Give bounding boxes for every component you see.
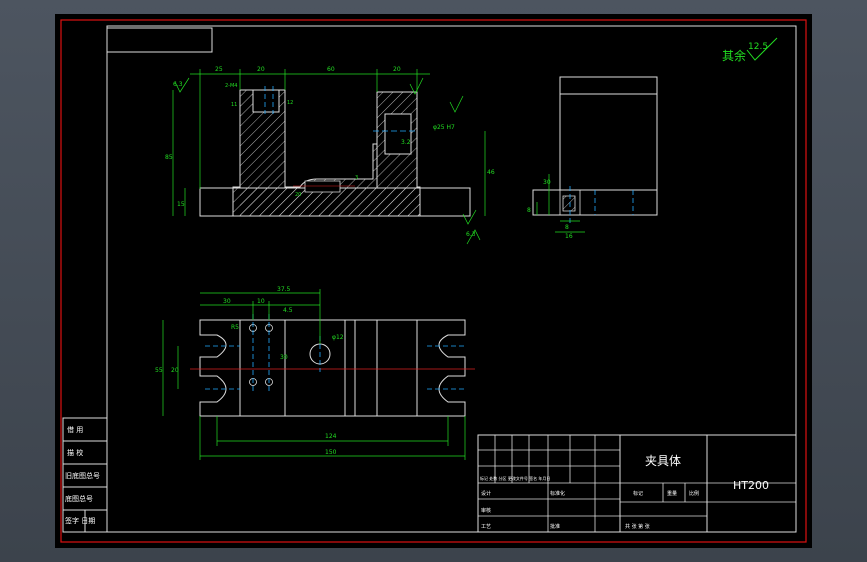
rough-2: 6.3: [466, 231, 476, 238]
top-dim-bottom-0: 124: [325, 433, 337, 440]
mark-label: 标记: [633, 490, 643, 497]
top-dim-2: 4.5: [283, 307, 293, 314]
side-panel-row-3: 底图总号: [65, 494, 93, 503]
dim-small-3: 3: [355, 175, 358, 181]
top-dim-left-2: 30: [280, 354, 288, 361]
rough-1: 6.3: [173, 81, 183, 88]
title-block: 夹具体 HT200 标记 处数 分区 更改文件号 签名 年月日 设计 标准化 审…: [477, 434, 797, 533]
side-view: 30 8 8 16: [527, 76, 658, 240]
dim-small-1: 11: [231, 102, 237, 108]
weight-label: 重量: [667, 490, 677, 497]
side-panel: 借 用 描 校 旧底图总号 底图总号 签字 日期: [62, 417, 108, 533]
std-label: 标准化: [550, 490, 565, 497]
top-dim-bottom-1: 150: [325, 449, 337, 456]
side-dim-h1: 30: [543, 179, 551, 186]
dim-top-0: 25: [215, 66, 223, 73]
drawing-sheet: 其余 12.5 25 20 60 20 85 15 46 φ25 H7 3.2 …: [55, 14, 812, 548]
top-left-box: [106, 27, 213, 53]
dim-small-2: 12: [287, 100, 293, 106]
front-view: 25 20 60 20 85 15 46 φ25 H7 3.2 6.3 6.3 …: [165, 66, 495, 245]
side-panel-row-0: 借 用: [67, 425, 83, 434]
part-name: 夹具体: [645, 454, 681, 468]
process-label: 工艺: [481, 524, 491, 530]
top-dim-left-1: 20: [171, 367, 179, 374]
top-dim-0: 30: [223, 298, 231, 305]
dim-top-1: 20: [257, 66, 265, 73]
material: HT200: [733, 479, 769, 492]
top-dim-1: 10: [257, 298, 265, 305]
dim-left-base: 15: [177, 201, 185, 208]
top-dim-radius: R5: [231, 324, 239, 331]
cad-drawing: 其余 12.5 25 20 60 20 85 15 46 φ25 H7 3.2 …: [60, 19, 807, 543]
approve-label: 批准: [550, 523, 560, 530]
top-view: 30 10 4.5 37.5 55 20 30 φ12 R5 124 150: [155, 286, 475, 460]
side-dim-h2: 8: [527, 207, 531, 214]
dim-left-height: 85: [165, 154, 173, 161]
dim-top-2: 60: [327, 66, 335, 73]
sheet-label: 共 张 第 张: [625, 523, 650, 530]
designer-label: 设计: [481, 490, 491, 497]
side-panel-row-1: 描 校: [67, 448, 83, 457]
side-panel-row-2: 旧底图总号: [65, 471, 100, 480]
rest-value: 12.5: [748, 42, 768, 52]
scale-label: 比例: [689, 490, 699, 497]
dim-small-0: 2-M4: [225, 83, 237, 89]
dim-top-3: 20: [393, 66, 401, 73]
review-label: 审核: [481, 507, 491, 514]
side-panel-row-4: 签字 日期: [65, 516, 95, 525]
dim-hole: φ25 H7: [433, 124, 455, 131]
roughness-rest: 其余 12.5: [722, 37, 778, 63]
top-dim-hole: φ12: [332, 334, 344, 341]
dim-small-5: 20: [295, 192, 301, 198]
dim-right-height: 46: [487, 169, 495, 176]
side-dim-w1: 8: [565, 224, 569, 231]
rest-label: 其余: [722, 48, 746, 63]
change-row: 标记 处数 分区 更改文件号 签名 年月日: [480, 475, 550, 481]
top-dim-3: 37.5: [277, 286, 291, 293]
top-dim-left-0: 55: [155, 367, 163, 374]
rough-0: 3.2: [401, 139, 411, 146]
side-dim-w2: 16: [565, 233, 573, 240]
